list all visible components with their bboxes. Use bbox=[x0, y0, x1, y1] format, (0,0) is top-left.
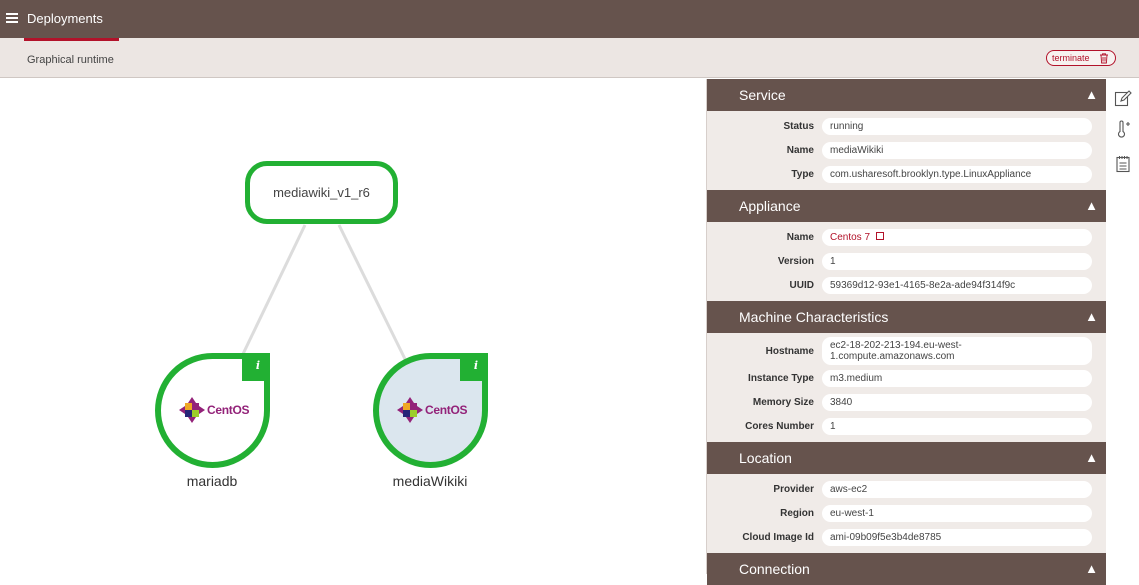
detail-label: Name bbox=[786, 231, 814, 243]
section-title: Location bbox=[739, 450, 792, 466]
centos-mark-icon bbox=[397, 397, 423, 423]
root-app-node[interactable]: mediawiki_v1_r6 bbox=[245, 161, 398, 224]
detail-label: Region bbox=[780, 507, 814, 519]
section-title: Service bbox=[739, 87, 786, 103]
side-toolbar bbox=[1106, 79, 1139, 574]
hamburger-icon[interactable] bbox=[6, 13, 18, 23]
vm-node-mediawikiki[interactable]: i CentOS bbox=[373, 353, 488, 468]
detail-row: Version 1 bbox=[707, 249, 1106, 273]
detail-value: aws-ec2 bbox=[822, 480, 1092, 498]
centos-mark-icon bbox=[179, 397, 205, 423]
active-tab-indicator bbox=[24, 38, 119, 41]
detail-value: eu-west-1 bbox=[822, 504, 1092, 522]
detail-row: Type com.usharesoft.brooklyn.type.LinuxA… bbox=[707, 162, 1106, 186]
detail-label: Memory Size bbox=[752, 396, 814, 408]
detail-value: mediaWikiki bbox=[822, 141, 1092, 159]
centos-logo: CentOS bbox=[397, 397, 468, 423]
tab-graphical-runtime[interactable]: Graphical runtime bbox=[27, 54, 114, 66]
detail-label: Status bbox=[783, 120, 814, 132]
detail-value: running bbox=[822, 117, 1092, 135]
detail-row: Cores Number 1 bbox=[707, 414, 1106, 438]
detail-row: Hostname ec2-18-202-213-194.eu-west-1.co… bbox=[707, 336, 1106, 366]
detail-row: Region eu-west-1 bbox=[707, 501, 1106, 525]
detail-row: Name mediaWikiki bbox=[707, 138, 1106, 162]
collapse-arrow-icon[interactable]: ▲ bbox=[1085, 301, 1098, 333]
collapse-arrow-icon[interactable]: ▲ bbox=[1085, 79, 1098, 111]
collapse-arrow-icon[interactable]: ▲ bbox=[1085, 553, 1098, 585]
vm-node-label: mediaWikiki bbox=[392, 473, 468, 489]
vm-node-label: mariadb bbox=[186, 473, 238, 489]
centos-wordmark: CentOS bbox=[425, 403, 468, 417]
section-machine-header[interactable]: Machine Characteristics ▲ bbox=[707, 301, 1106, 333]
section-title: Appliance bbox=[739, 198, 801, 214]
detail-row: Name Centos 7 bbox=[707, 225, 1106, 249]
appliance-name-link[interactable]: Centos 7 bbox=[822, 228, 1092, 246]
section-machine-body: Hostname ec2-18-202-213-194.eu-west-1.co… bbox=[707, 333, 1106, 442]
collapse-arrow-icon[interactable]: ▲ bbox=[1085, 190, 1098, 222]
edit-icon[interactable] bbox=[1114, 89, 1132, 107]
detail-value: ami-09b09f5e3b4de8785 bbox=[822, 528, 1092, 546]
details-panel: Service ▲ Status running Name mediaWikik… bbox=[706, 79, 1106, 585]
graph-canvas: mediawiki_v1_r6 i CentOS mariadb i CentO… bbox=[0, 79, 706, 574]
terminate-button[interactable]: terminate bbox=[1046, 50, 1116, 66]
detail-value: 59369d12-93e1-4165-8e2a-ade94f314f9c bbox=[822, 276, 1092, 294]
detail-value: 1 bbox=[822, 417, 1092, 435]
section-appliance-header[interactable]: Appliance ▲ bbox=[707, 190, 1106, 222]
edge-root-mediawikiki bbox=[337, 224, 407, 360]
detail-label: Cloud Image Id bbox=[742, 531, 814, 543]
info-icon[interactable]: i bbox=[256, 359, 260, 372]
info-icon[interactable]: i bbox=[474, 359, 478, 372]
detail-row: Status running bbox=[707, 114, 1106, 138]
trash-icon bbox=[1100, 53, 1108, 64]
detail-row: Instance Type m3.medium bbox=[707, 366, 1106, 390]
link-text: Centos 7 bbox=[830, 231, 871, 243]
section-location-body: Provider aws-ec2 Region eu-west-1 Cloud … bbox=[707, 474, 1106, 553]
detail-row: Provider aws-ec2 bbox=[707, 477, 1106, 501]
detail-row: Cloud Image Id ami-09b09f5e3b4de8785 bbox=[707, 525, 1106, 549]
thermometer-add-icon[interactable] bbox=[1114, 120, 1132, 138]
external-link-icon[interactable] bbox=[876, 231, 885, 240]
app-title: Deployments bbox=[27, 11, 103, 26]
section-title: Machine Characteristics bbox=[739, 309, 889, 325]
root-node-label: mediawiki_v1_r6 bbox=[273, 185, 370, 200]
top-bar: Deployments bbox=[0, 0, 1139, 38]
detail-label: Cores Number bbox=[745, 420, 814, 432]
collapse-arrow-icon[interactable]: ▲ bbox=[1085, 442, 1098, 474]
section-title: Connection bbox=[739, 561, 810, 577]
section-service-header[interactable]: Service ▲ bbox=[707, 79, 1106, 111]
centos-wordmark: CentOS bbox=[207, 403, 250, 417]
detail-label: UUID bbox=[789, 279, 814, 291]
detail-label: Name bbox=[786, 144, 814, 156]
detail-row: Memory Size 3840 bbox=[707, 390, 1106, 414]
detail-value: ec2-18-202-213-194.eu-west-1.compute.ama… bbox=[822, 337, 1092, 365]
detail-row: UUID 59369d12-93e1-4165-8e2a-ade94f314f9… bbox=[707, 273, 1106, 297]
detail-label: Instance Type bbox=[748, 372, 814, 384]
detail-label: Hostname bbox=[765, 345, 814, 357]
clipboard-list-icon[interactable] bbox=[1114, 155, 1132, 173]
edge-root-mariadb bbox=[241, 224, 307, 355]
section-appliance-body: Name Centos 7 Version 1 UUID 59369d12-93… bbox=[707, 222, 1106, 301]
section-connection-header[interactable]: Connection ▲ bbox=[707, 553, 1106, 585]
terminate-label: terminate bbox=[1052, 53, 1090, 63]
section-service-body: Status running Name mediaWikiki Type com… bbox=[707, 111, 1106, 190]
vm-node-mariadb[interactable]: i CentOS bbox=[155, 353, 270, 468]
detail-value: m3.medium bbox=[822, 369, 1092, 387]
section-location-header[interactable]: Location ▲ bbox=[707, 442, 1106, 474]
detail-value: 3840 bbox=[822, 393, 1092, 411]
sub-bar: Graphical runtime terminate bbox=[0, 38, 1139, 78]
detail-label: Version bbox=[777, 255, 814, 267]
detail-label: Provider bbox=[773, 483, 814, 495]
detail-value: com.usharesoft.brooklyn.type.LinuxApplia… bbox=[822, 165, 1092, 183]
detail-label: Type bbox=[791, 168, 814, 180]
centos-logo: CentOS bbox=[179, 397, 250, 423]
detail-value: 1 bbox=[822, 252, 1092, 270]
graph-edges bbox=[241, 224, 407, 360]
